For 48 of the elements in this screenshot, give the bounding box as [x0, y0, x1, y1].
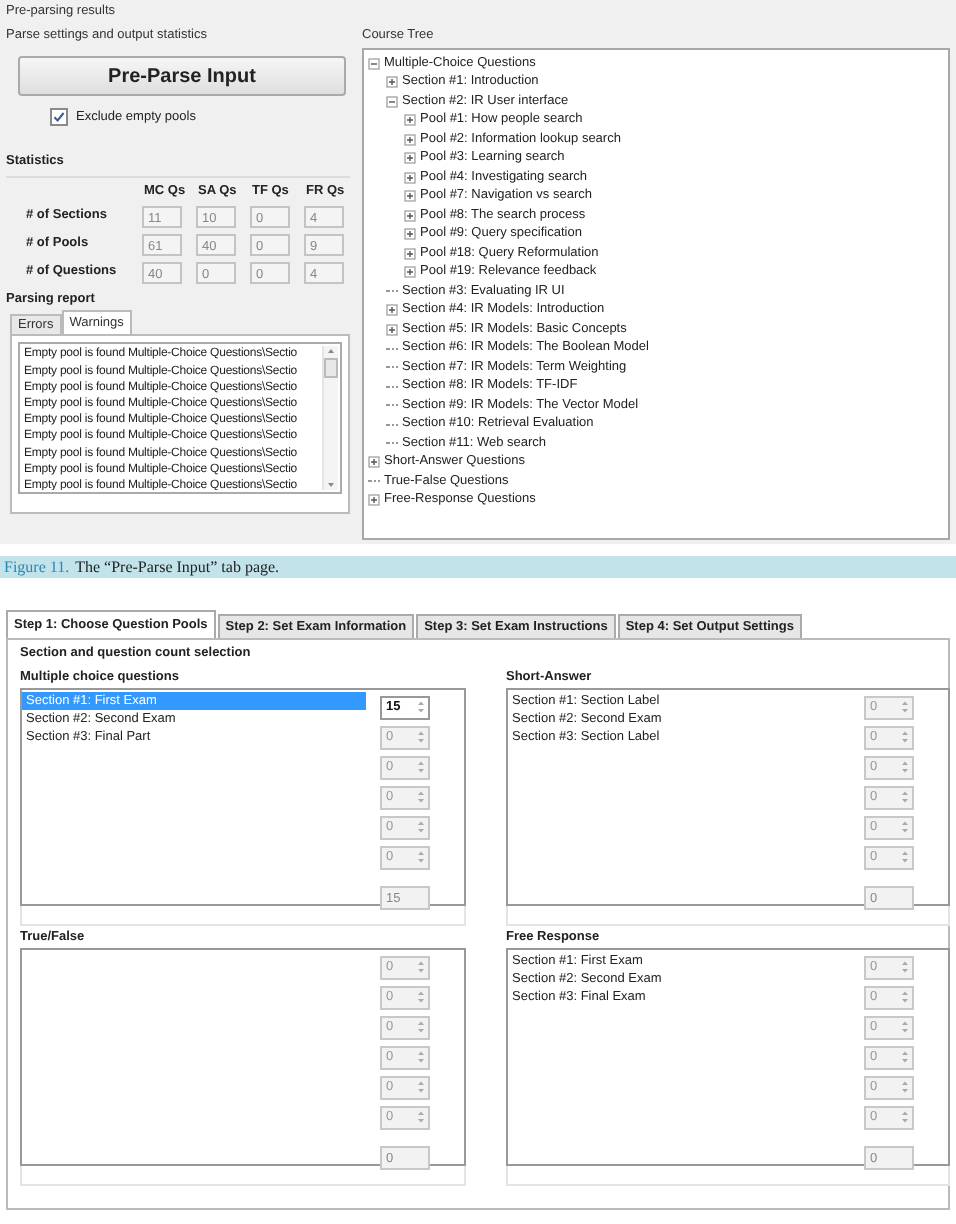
expand-icon[interactable]: [404, 266, 416, 279]
spinner-arrows-icon: [900, 788, 910, 807]
spinner-arrows-icon: [900, 1018, 910, 1037]
expand-icon[interactable]: [368, 494, 380, 507]
expand-icon[interactable]: [404, 114, 416, 127]
spinner-arrows-icon: [416, 1018, 426, 1037]
spinner-arrows-icon: [416, 818, 426, 837]
expand-icon[interactable]: [404, 228, 416, 241]
spinner-arrows-icon: [416, 758, 426, 777]
spinner-arrows-icon: [416, 728, 426, 747]
spinner-arrows-icon: [416, 788, 426, 807]
spinner-arrows-icon: [900, 698, 910, 717]
spinner-arrows-icon: [416, 848, 426, 867]
expand-icon[interactable]: [404, 133, 416, 146]
pre-parse-button[interactable]: Pre-Parse Input: [18, 56, 346, 96]
spinner-arrows-icon: [900, 758, 910, 777]
scrollbar-thumb[interactable]: [324, 358, 338, 379]
expand-icon[interactable]: [404, 171, 416, 184]
collapse-icon[interactable]: [386, 95, 398, 108]
spinner-arrows-icon: [900, 818, 910, 837]
scroll-up-icon[interactable]: [326, 346, 336, 357]
spinner-arrows-icon: [900, 988, 910, 1007]
expand-icon[interactable]: [404, 152, 416, 165]
expand-icon[interactable]: [386, 76, 398, 89]
spinner-arrows-icon: [900, 728, 910, 747]
spinner-arrows-icon: [416, 1048, 426, 1067]
expand-icon[interactable]: [404, 190, 416, 203]
scroll-down-icon[interactable]: [326, 480, 336, 491]
spinner-arrows-icon: [416, 1108, 426, 1127]
checkbox[interactable]: [50, 108, 68, 126]
expand-icon[interactable]: [404, 247, 416, 260]
spinner-arrows-icon: [900, 1048, 910, 1067]
spinner-arrows-icon: [900, 1108, 910, 1127]
spinner-arrows-icon: [416, 698, 426, 717]
figure-caption: The “Pre-Parse Input” tab page.: [75, 557, 280, 577]
spinner-arrows-icon: [416, 958, 426, 977]
expand-icon[interactable]: [404, 209, 416, 222]
scrollbar[interactable]: [322, 346, 338, 491]
collapse-icon[interactable]: [368, 57, 380, 70]
spinner-arrows-icon: [416, 988, 426, 1007]
spinner-arrows-icon: [416, 1078, 426, 1097]
expand-icon[interactable]: [386, 304, 398, 317]
spinner-arrows-icon: [900, 848, 910, 867]
spinner-arrows-icon: [900, 1078, 910, 1097]
expand-icon[interactable]: [386, 323, 398, 336]
figure-number: Figure 11.: [4, 557, 70, 577]
expand-icon[interactable]: [368, 456, 380, 469]
spinner-arrows-icon: [900, 958, 910, 977]
